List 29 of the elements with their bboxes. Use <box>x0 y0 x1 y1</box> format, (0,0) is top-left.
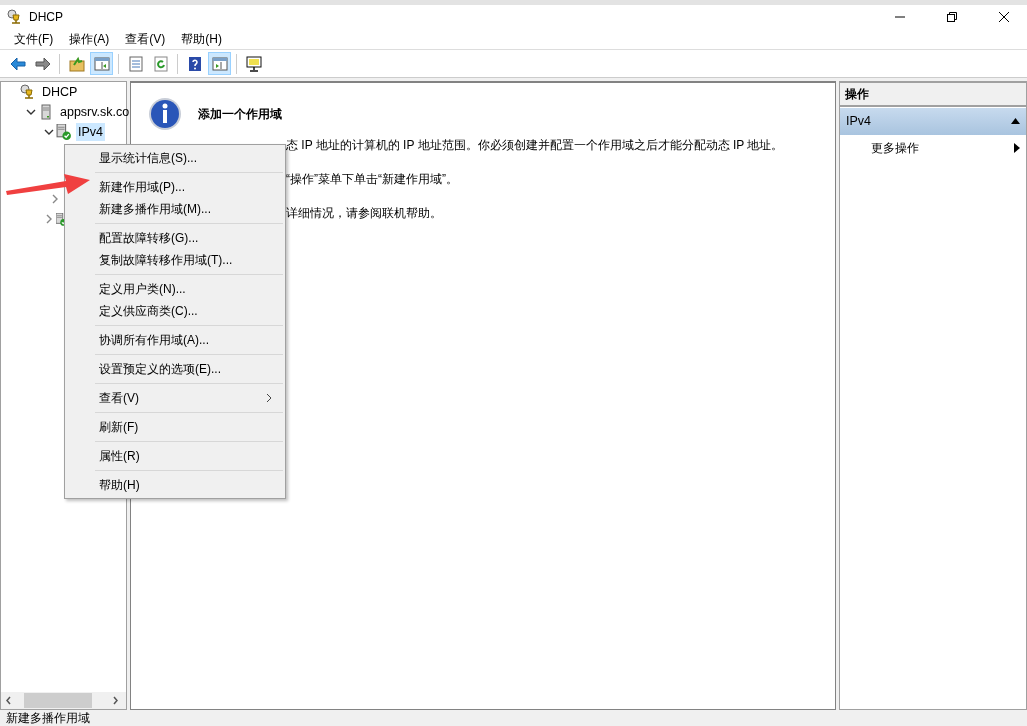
menu-item[interactable]: 属性(R) <box>95 445 285 467</box>
menu-item[interactable]: 配置故障转移(G)... <box>95 227 285 249</box>
tree-item[interactable]: appsrv.sk.co <box>58 102 132 122</box>
heading: 添加一个作用域 <box>198 106 282 123</box>
menu-item[interactable]: 协调所有作用域(A)... <box>95 329 285 351</box>
actions-pane-title: 操作 <box>840 83 1026 107</box>
menu-item[interactable]: 定义用户类(N)... <box>95 278 285 300</box>
menu-item[interactable]: 帮助(H) <box>95 474 285 496</box>
menu-item[interactable]: 显示统计信息(S)... <box>95 147 285 169</box>
menu-item[interactable]: 定义供应商类(C)... <box>95 300 285 322</box>
tree-item[interactable]: DHCP <box>40 82 80 102</box>
menu-item[interactable]: 刷新(F) <box>95 416 285 438</box>
action-item[interactable]: 更多操作 <box>840 134 1026 161</box>
menu-item[interactable]: 新建作用域(P)... <box>95 176 285 198</box>
actions-section-header[interactable]: IPv4 <box>840 108 1026 135</box>
menu-item[interactable]: 新建多播作用域(M)... <box>95 198 285 220</box>
menu-item[interactable]: 帮助(H) <box>173 27 230 50</box>
paragraph: “操作”菜单下单击“新建作用域”。 <box>286 172 459 186</box>
menu-item[interactable]: 文件(F) <box>6 27 62 50</box>
menu-item[interactable]: 操作(A) <box>61 27 118 50</box>
window-title: DHCP <box>29 8 63 26</box>
menu-item[interactable]: 查看(V) <box>95 387 285 409</box>
menu-item[interactable]: 设置预定义的选项(E)... <box>95 358 285 380</box>
paragraph: 态 IP 地址的计算机的 IP 地址范围。你必须创建并配置一个作用域之后才能分配动态 IP 地址。 <box>286 138 785 152</box>
menu-item[interactable]: 查看(V) <box>117 27 174 50</box>
menu-item[interactable]: 复制故障转移作用域(T)... <box>95 249 285 271</box>
tree-item[interactable]: IPv4 <box>76 122 105 142</box>
status-text: 新建多播作用域 <box>0 710 1027 726</box>
paragraph: 详细情况，请参阅联机帮助。 <box>286 206 443 220</box>
